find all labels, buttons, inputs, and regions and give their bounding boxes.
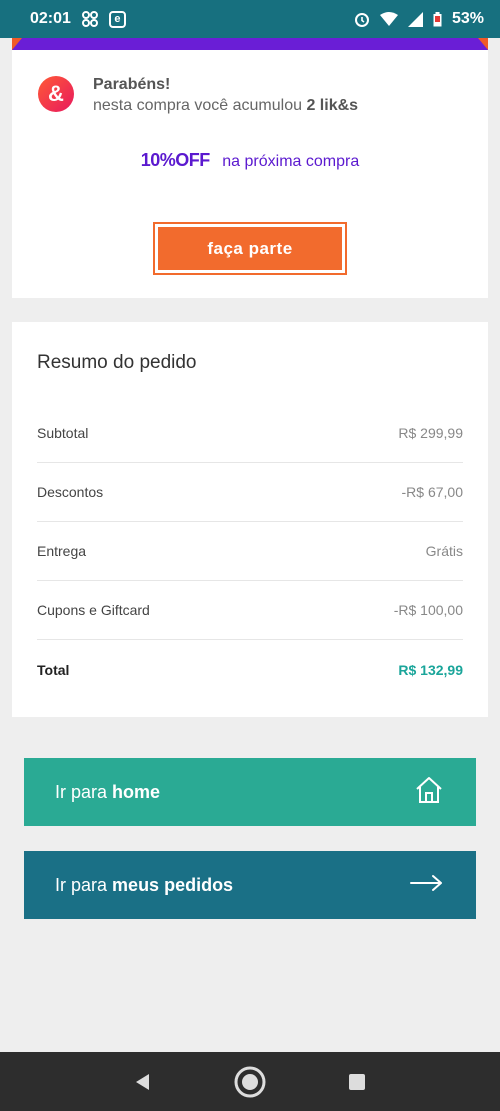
order-summary-card: Resumo do pedido Subtotal R$ 299,99 Desc… <box>12 322 488 717</box>
discount-line: 10%OFF na próxima compra <box>12 150 488 171</box>
home-nav-icon[interactable] <box>230 1062 270 1102</box>
discount-percent: 10%OFF <box>140 150 211 170</box>
home-icon <box>414 776 444 809</box>
discount-text: na próxima compra <box>222 153 360 170</box>
signal-icon <box>407 11 423 27</box>
congrats-text: nesta compra você acumulou 2 lik&s <box>93 97 358 115</box>
battery-percent: 53% <box>451 10 484 27</box>
likes-card: & Parabéns! nesta compra você acumulou 2… <box>12 50 488 298</box>
row-label: Subtotal <box>37 425 89 441</box>
alarm-icon <box>354 11 370 27</box>
recents-icon[interactable] <box>337 1062 377 1102</box>
row-label: Entrega <box>37 543 87 559</box>
summary-row-coupons: Cupons e Giftcard -R$ 100,00 <box>37 581 463 640</box>
summary-row-subtotal: Subtotal R$ 299,99 <box>37 404 463 463</box>
summary-row-total: Total R$ 132,99 <box>37 640 463 699</box>
status-bar-right: 53% <box>354 10 484 28</box>
go-home-strong: home <box>112 781 161 802</box>
total-value: R$ 132,99 <box>398 661 463 678</box>
e-app-notification-icon: e <box>108 10 126 28</box>
row-value: -R$ 67,00 <box>401 484 463 500</box>
go-home-prefix: Ir para <box>55 781 108 802</box>
status-bar: 02:01 e 53% <box>0 0 500 38</box>
total-label: Total <box>37 661 70 678</box>
promo-banner-strip <box>12 38 488 50</box>
back-icon[interactable] <box>123 1062 163 1102</box>
row-value: R$ 299,99 <box>398 425 463 441</box>
go-orders-strong: meus pedidos <box>112 874 234 895</box>
fan-notification-icon <box>81 10 99 28</box>
join-button-label: faça parte <box>158 227 342 270</box>
row-label: Cupons e Giftcard <box>37 602 150 618</box>
congrats-title: Parabéns! <box>93 76 171 93</box>
wifi-icon <box>379 12 398 26</box>
go-orders-label: Ir para meus pedidos <box>55 875 233 896</box>
summary-row-discounts: Descontos -R$ 67,00 <box>37 463 463 522</box>
row-label: Descontos <box>37 484 104 500</box>
battery-icon <box>433 11 442 27</box>
row-value: Grátis <box>425 543 463 559</box>
go-orders-button[interactable]: Ir para meus pedidos <box>24 851 476 919</box>
go-home-label: Ir para home <box>55 782 160 803</box>
join-button[interactable]: faça parte <box>153 222 347 275</box>
likes-amount: 2 lik&s <box>306 97 359 114</box>
arrow-right-icon <box>410 874 444 897</box>
status-bar-left: 02:01 e <box>30 10 126 28</box>
summary-title: Resumo do pedido <box>37 352 197 373</box>
row-value: -R$ 100,00 <box>393 602 463 618</box>
status-time: 02:01 <box>30 10 71 27</box>
summary-row-delivery: Entrega Grátis <box>37 522 463 581</box>
go-orders-prefix: Ir para <box>55 874 108 895</box>
likes-logo-icon: & <box>38 76 74 112</box>
congrats-text-prefix: nesta compra você acumulou <box>93 97 302 114</box>
system-nav-bar <box>0 1052 500 1111</box>
go-home-button[interactable]: Ir para home <box>24 758 476 826</box>
